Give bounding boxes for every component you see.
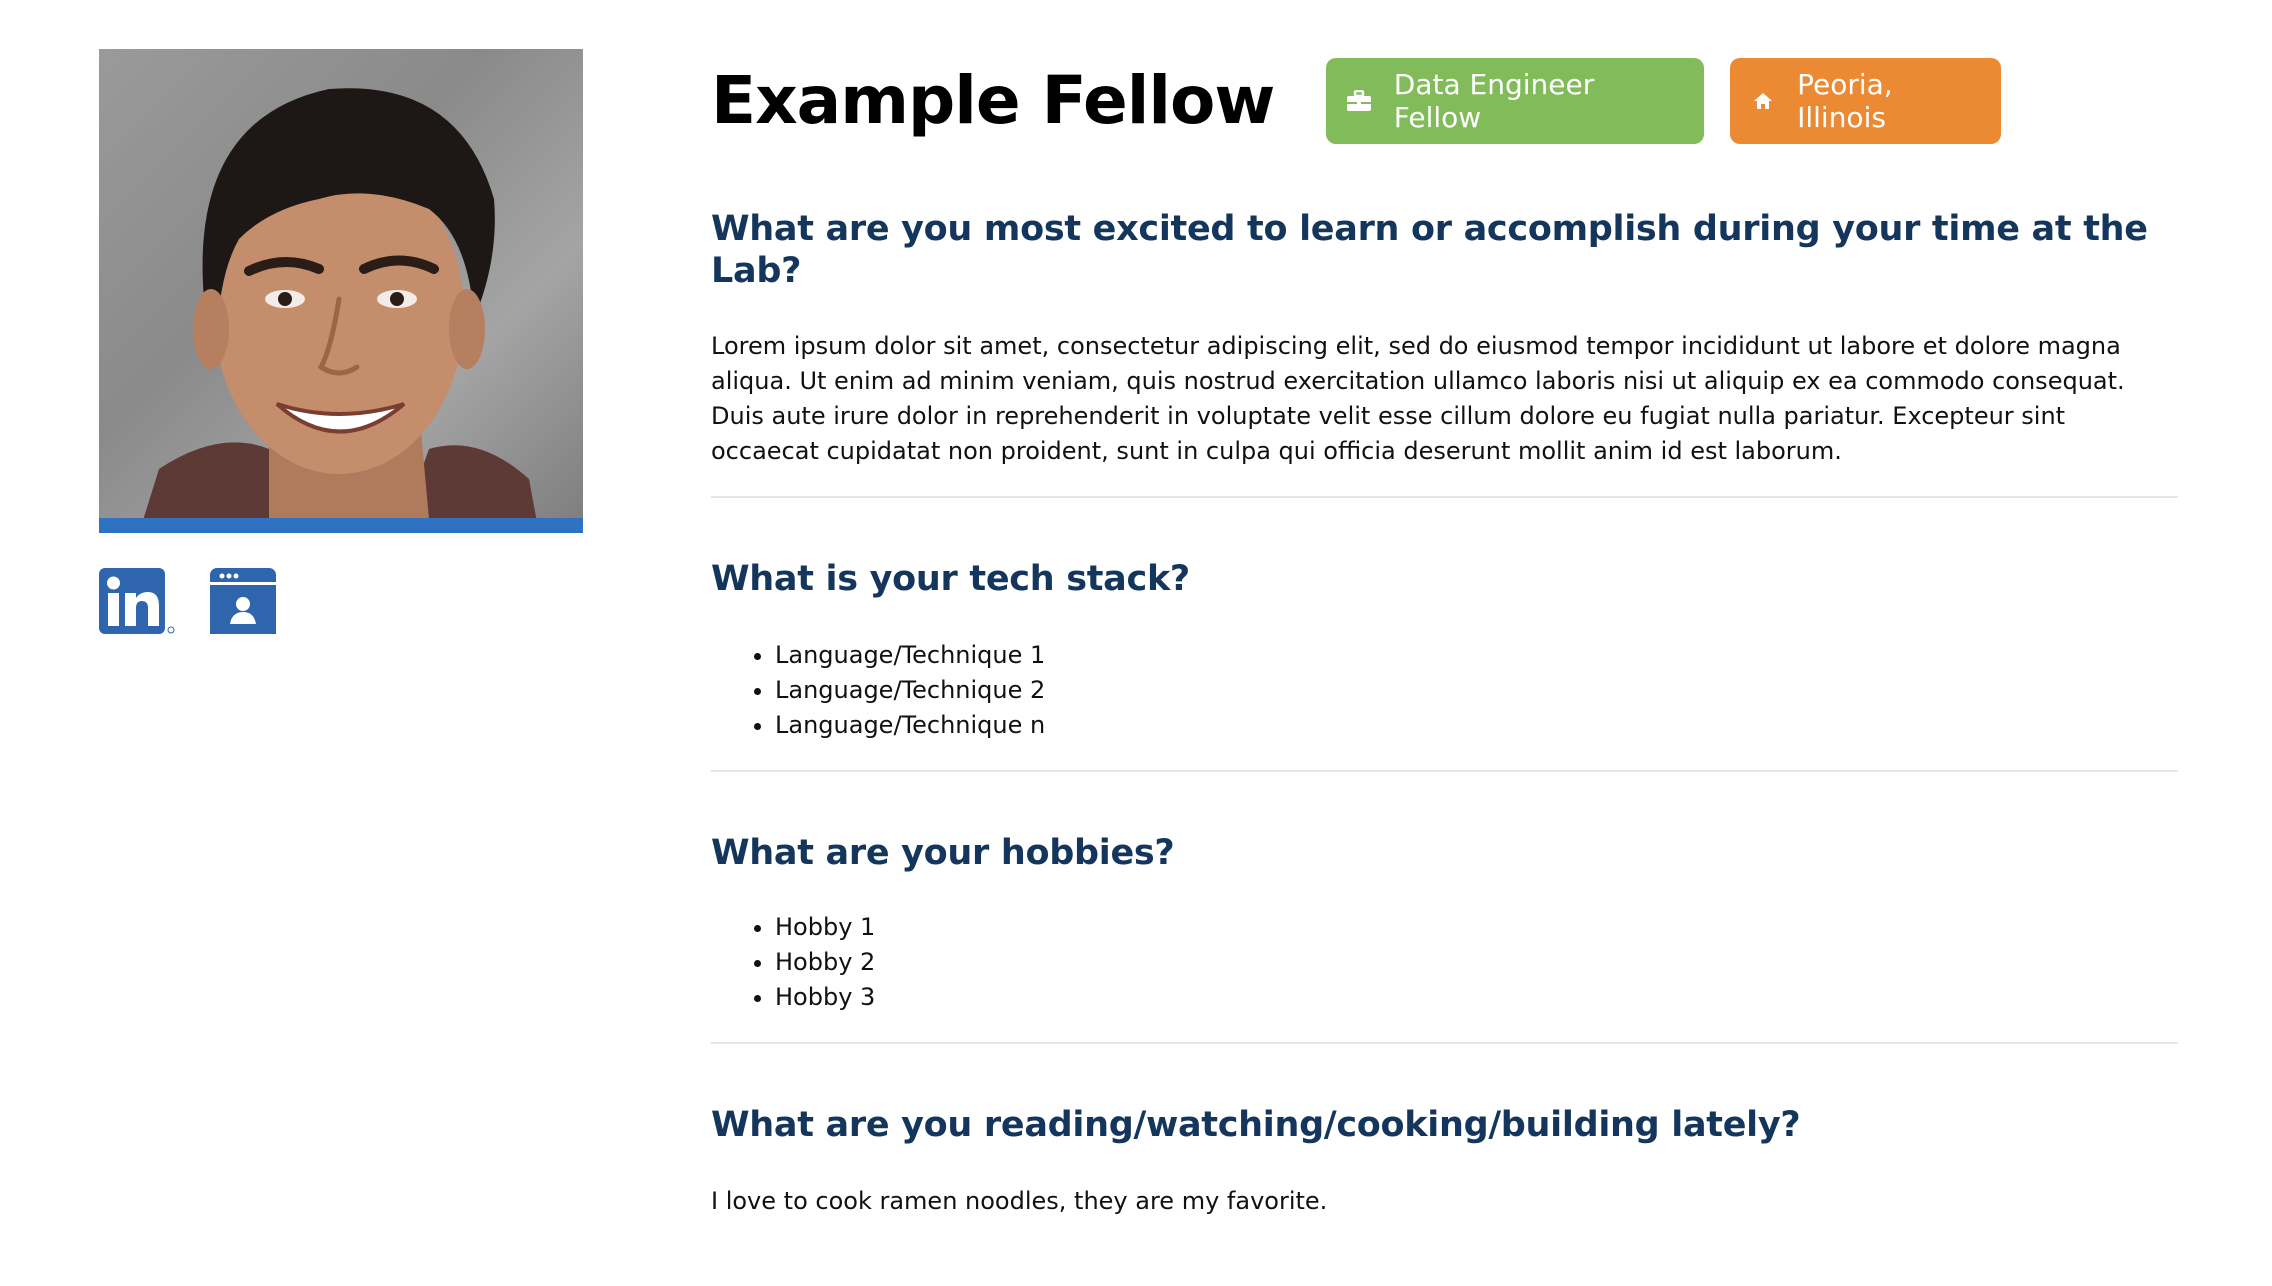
section-hobbies: What are your hobbies? Hobby 1 Hobby 2 H… — [711, 832, 2178, 1044]
linkedin-icon — [99, 568, 175, 634]
list-item: Language/Technique 2 — [775, 673, 2178, 708]
section-body: I love to cook ramen noodles, they are m… — [711, 1187, 1328, 1215]
section-excited: What are you most excited to learn or ac… — [711, 208, 2178, 498]
list-item: Hobby 1 — [775, 910, 2178, 945]
section-heading: What is your tech stack? — [711, 559, 1190, 599]
list-item: Hobby 3 — [775, 980, 2178, 1015]
section-body: Lorem ipsum dolor sit amet, consectetur … — [711, 332, 2125, 465]
profile-content: Example Fellow Data Engineer Fellow Peor… — [711, 56, 2178, 1219]
tech-stack-list: Language/Technique 1 Language/Technique … — [711, 638, 2178, 743]
list-item: Hobby 2 — [775, 945, 2178, 980]
list-item: Language/Technique 1 — [775, 638, 2178, 673]
linkedin-link[interactable] — [99, 568, 175, 638]
profile-sidebar — [99, 49, 583, 638]
portrait-illustration — [139, 88, 539, 533]
hobbies-list: Hobby 1 Hobby 2 Hobby 3 — [711, 910, 2178, 1015]
role-label: Data Engineer Fellow — [1393, 68, 1595, 134]
photo-accent-bar — [99, 518, 583, 533]
section-heading: What are you most excited to learn or ac… — [711, 209, 2148, 291]
social-links — [99, 568, 583, 638]
section-tech-stack: What is your tech stack? Language/Techni… — [711, 558, 2178, 772]
location-badge[interactable]: Peoria, Illinois — [1730, 58, 2002, 144]
section-heading: What are your hobbies? — [711, 833, 1175, 873]
section-heading: What are you reading/watching/cooking/bu… — [711, 1105, 1801, 1145]
profile-photo — [99, 49, 583, 533]
portfolio-icon — [210, 568, 276, 634]
role-badge[interactable]: Data Engineer Fellow — [1326, 58, 1705, 144]
portfolio-link[interactable] — [210, 568, 276, 638]
briefcase-icon — [1346, 88, 1372, 114]
fellow-profile-page: Example Fellow Data Engineer Fellow Peor… — [0, 0, 2272, 1286]
fellow-name: Example Fellow — [711, 62, 1275, 139]
section-lately: What are you reading/watching/cooking/bu… — [711, 1104, 2178, 1219]
profile-header: Example Fellow Data Engineer Fellow Peor… — [711, 56, 2178, 146]
home-icon — [1750, 88, 1775, 114]
list-item: Language/Technique n — [775, 708, 2178, 743]
location-label: Peoria, Illinois — [1797, 68, 1893, 134]
